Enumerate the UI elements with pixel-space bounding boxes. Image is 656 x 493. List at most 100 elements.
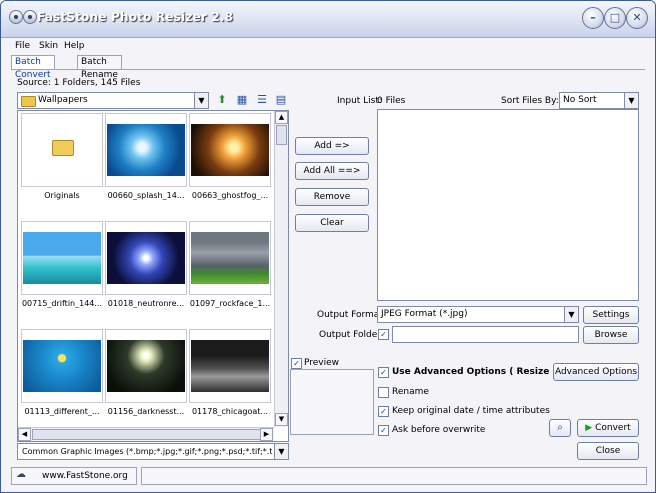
thumbnail-label: 00660_splash_14... <box>107 191 185 200</box>
scroll-up-icon[interactable]: ▲ <box>275 111 288 124</box>
thumbnail-frame <box>105 221 187 295</box>
app-window: FastStone Photo Resizer 2.8 – □ ✕ File S… <box>0 0 656 493</box>
driftin-image <box>23 232 101 284</box>
scroll-down-icon[interactable]: ▼ <box>275 413 288 426</box>
neutron-image <box>107 232 185 284</box>
settings-button[interactable]: Settings <box>583 306 639 324</box>
scroll-thumb[interactable] <box>32 429 262 440</box>
pin-icon[interactable] <box>23 10 37 24</box>
thumbnail-label: 01018_neutronre... <box>107 299 185 308</box>
website-icon: ☁ <box>16 469 26 480</box>
thumbnail-browser[interactable]: Originals 00660_splash_14... 00663_ghost… <box>17 110 289 442</box>
preview-pane <box>290 369 374 435</box>
chevron-down-icon[interactable]: ▼ <box>624 93 638 108</box>
file-type-filter[interactable]: Common Graphic Images (*.bmp;*.jpg;*.gif… <box>17 443 289 460</box>
chevron-down-icon[interactable]: ▼ <box>564 307 578 322</box>
keep-date-label: Keep original date / time attributes <box>392 406 550 416</box>
keep-date-checkbox[interactable]: ✓ <box>378 406 389 417</box>
advanced-options-button[interactable]: Advanced Options <box>553 363 639 381</box>
folder-select[interactable]: Wallpapers ▼ <box>17 92 209 109</box>
tab-batch-rename[interactable]: Batch Rename <box>77 55 122 80</box>
thumbnail-frame <box>189 113 271 187</box>
magnifier-icon: ⌕ <box>557 422 563 433</box>
add-all-button[interactable]: Add All ==> <box>295 162 369 180</box>
thumbnail-item[interactable]: 00660_splash_14... <box>105 113 187 213</box>
sort-value: No Sort <box>563 95 597 105</box>
output-folder-input[interactable] <box>392 326 579 343</box>
status-cell-message <box>141 467 647 485</box>
minimize-icon[interactable]: – <box>582 7 604 29</box>
thumbnail-label: 01097_rockface_1... <box>189 299 271 308</box>
menu-skin[interactable]: Skin <box>39 41 58 51</box>
source-summary: Source: 1 Folders, 145 Files <box>17 78 141 88</box>
output-format-select[interactable]: JPEG Format (*.jpg) ▼ <box>377 306 579 323</box>
preview-label: Preview <box>304 358 340 368</box>
browse-button[interactable]: Browse <box>583 326 639 344</box>
maximize-icon[interactable]: □ <box>604 7 626 29</box>
rename-checkbox[interactable] <box>378 387 389 398</box>
advanced-options-label: Use Advanced Options ( Resize ... ) <box>392 367 570 377</box>
advanced-options-checkbox[interactable]: ✓ <box>378 367 389 378</box>
thumbnail-frame <box>105 113 187 187</box>
preview-checkbox[interactable]: ✓ <box>291 358 302 369</box>
input-list-label: Input List: <box>337 96 382 106</box>
add-button[interactable]: Add => <box>295 137 369 155</box>
thumbnail-item[interactable]: 00715_driftin_144... <box>21 221 103 321</box>
close-button[interactable]: Close <box>577 442 639 460</box>
horizontal-scrollbar[interactable]: ◀ ▶ <box>18 427 274 441</box>
output-format-value: JPEG Format (*.jpg) <box>381 309 468 319</box>
chicago-image <box>191 340 269 392</box>
thumbnail-label: 01156_darknesst... <box>107 407 185 416</box>
sort-label: Sort Files By: <box>501 96 559 106</box>
thumbnail-label: 01113_different_... <box>24 407 100 416</box>
folder-up-icon[interactable]: ⬆ <box>215 93 229 107</box>
convert-button[interactable]: ▶ Convert <box>577 419 639 437</box>
rename-label: Rename <box>392 387 429 397</box>
scroll-thumb[interactable] <box>276 125 287 145</box>
ghostfog-image <box>191 124 269 176</box>
website-link[interactable]: www.FastStone.org <box>42 471 128 481</box>
thumbnail-item[interactable]: 01156_darknesst... <box>105 329 187 429</box>
output-folder-checkbox[interactable]: ✓ <box>378 329 389 340</box>
close-icon[interactable]: ✕ <box>626 7 648 29</box>
thumbnail-frame <box>21 113 103 187</box>
thumbnail-item[interactable]: 01113_different_... <box>21 329 103 429</box>
vertical-scrollbar[interactable]: ▲ ▼ <box>274 111 288 427</box>
scroll-left-icon[interactable]: ◀ <box>18 428 31 441</box>
thumbnail-item[interactable]: 01178_chicagoat... <box>189 329 271 429</box>
chevron-down-icon[interactable]: ▼ <box>274 444 288 459</box>
input-list-count: 0 Files <box>377 96 406 106</box>
thumbnail-frame <box>189 221 271 295</box>
output-folder-label: Output Folder: <box>319 330 384 340</box>
file-type-value: Common Graphic Images (*.bmp;*.jpg;*.gif… <box>22 447 272 456</box>
ask-overwrite-label: Ask before overwrite <box>392 425 486 435</box>
details-view-icon[interactable]: ☰ <box>255 93 269 107</box>
play-icon: ▶ <box>585 423 593 433</box>
system-menu-icon[interactable] <box>9 10 23 24</box>
scroll-right-icon[interactable]: ▶ <box>260 428 273 441</box>
grid-view-icon[interactable]: ▦ <box>235 93 249 107</box>
folder-icon <box>52 140 74 156</box>
menu-help[interactable]: Help <box>64 41 85 51</box>
thumbnail-label: Originals <box>44 191 80 200</box>
ask-overwrite-checkbox[interactable]: ✓ <box>378 425 389 436</box>
folder-value: Wallpapers <box>38 95 88 105</box>
thumbnail-frame <box>21 329 103 403</box>
remove-button[interactable]: Remove <box>295 188 369 206</box>
thumbnail-item[interactable]: 00663_ghostfog_... <box>189 113 271 213</box>
tab-divider <box>11 69 645 70</box>
sort-select[interactable]: No Sort ▼ <box>559 92 639 109</box>
clear-button[interactable]: Clear <box>295 214 369 232</box>
input-file-list[interactable] <box>377 109 639 301</box>
thumbnail-label: 01178_chicagoat... <box>191 407 269 416</box>
tab-batch-convert[interactable]: Batch Convert <box>11 55 55 80</box>
status-cell-website[interactable]: ☁ www.FastStone.org <box>11 467 137 485</box>
thumbnail-view-icon[interactable]: ▤ <box>274 93 288 107</box>
thumbnail-item[interactable]: 01018_neutronre... <box>105 221 187 321</box>
title-bar[interactable]: FastStone Photo Resizer 2.8 – □ ✕ <box>1 1 655 38</box>
menu-file[interactable]: File <box>15 41 30 51</box>
thumbnail-item[interactable]: 01097_rockface_1... <box>189 221 271 321</box>
chevron-down-icon[interactable]: ▼ <box>194 93 208 108</box>
thumbnail-item[interactable]: Originals <box>21 113 103 213</box>
preview-zoom-button[interactable]: ⌕ <box>549 419 571 437</box>
